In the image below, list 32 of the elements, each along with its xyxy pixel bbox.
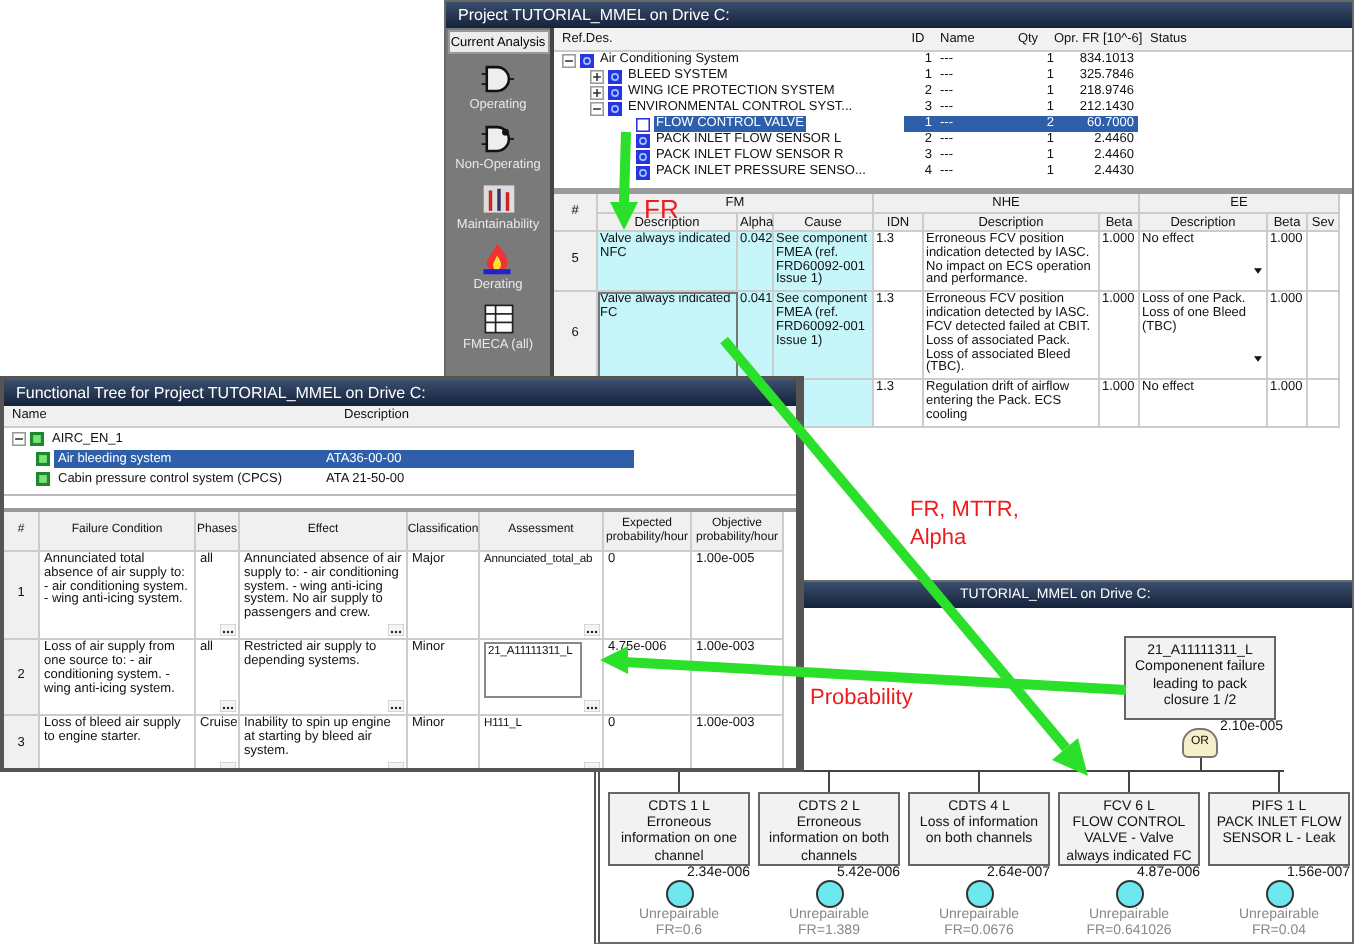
more-icon[interactable] — [584, 700, 600, 713]
tools-icon[interactable] — [481, 182, 515, 216]
dropdown-icon[interactable] — [1254, 268, 1262, 275]
table-cell — [1308, 232, 1340, 293]
fire-icon[interactable] — [480, 242, 515, 276]
window-title: Project TUTORIAL_MMEL on Drive C: — [446, 2, 1352, 28]
basic-event-circle — [815, 879, 843, 908]
more-icon[interactable] — [388, 624, 404, 637]
expander-icon[interactable] — [590, 85, 604, 99]
annotation-label: FR, MTTR, Alpha — [910, 496, 1021, 552]
table-icon[interactable] — [481, 302, 515, 336]
gate-icon[interactable] — [480, 122, 515, 156]
more-icon[interactable] — [584, 624, 600, 637]
expander-icon[interactable] — [590, 69, 604, 83]
table-cell — [1308, 380, 1340, 428]
annotation-label: Probability — [810, 686, 913, 710]
more-icon[interactable] — [220, 624, 236, 637]
component-icon — [580, 53, 594, 67]
more-icon[interactable] — [388, 700, 404, 713]
dropdown-icon[interactable] — [1254, 356, 1262, 363]
expander-icon[interactable] — [562, 53, 576, 67]
more-icon[interactable] — [220, 700, 236, 713]
gate-icon[interactable] — [480, 62, 515, 96]
table-cell — [1308, 292, 1340, 381]
basic-event-circle — [1115, 879, 1143, 908]
expander-icon[interactable] — [590, 101, 604, 115]
basic-event-circle — [965, 879, 993, 908]
expander-icon[interactable] — [12, 431, 26, 445]
arrow — [610, 131, 638, 230]
basic-event-circle — [665, 879, 693, 908]
basic-event-circle — [1265, 879, 1293, 908]
window-title: Functional Tree for Project TUTORIAL_MMEL on Drive C: — [4, 380, 796, 406]
